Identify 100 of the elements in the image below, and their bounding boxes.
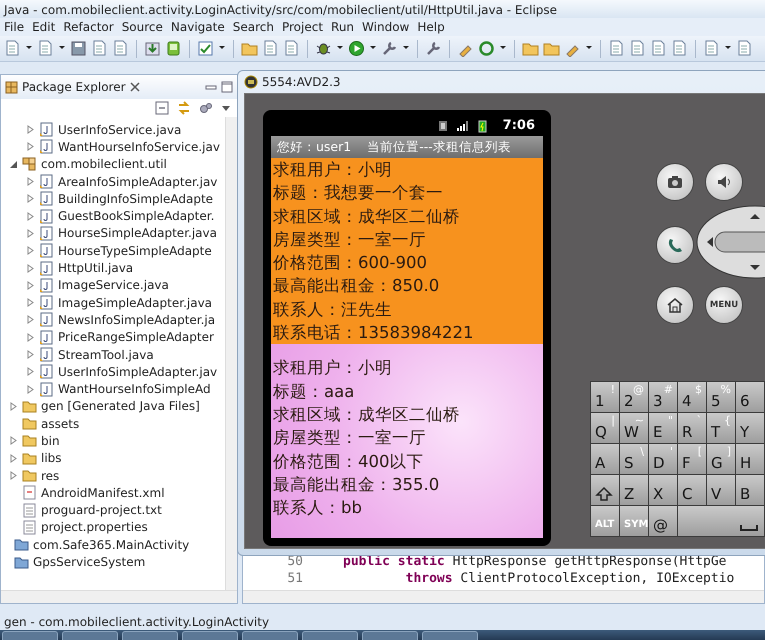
menu-item[interactable]: Navigate: [168, 17, 227, 37]
menu-item[interactable]: Refactor: [61, 17, 116, 37]
keyboard-key[interactable]: V: [707, 475, 735, 505]
horizontal-scrollbar[interactable]: [1, 590, 237, 603]
collapsed-arrow-icon[interactable]: [26, 264, 35, 273]
link-arrows-icon[interactable]: [177, 101, 191, 115]
menu-button[interactable]: MENU: [705, 286, 743, 324]
tree-item-label[interactable]: WantHourseInfoSimpleAd: [58, 380, 211, 398]
expanded-arrow-icon[interactable]: [9, 160, 18, 169]
maximize-icon[interactable]: [221, 81, 233, 93]
menu-item[interactable]: Source: [120, 17, 165, 37]
listing-card[interactable]: 求租用户：小明 标题：aaa 求租区域：成华区二仙桥 房屋类型：一室一厅 价格范围：400以下 最高能出租金：355.0 联系人：bb: [271, 344, 543, 538]
listing-card[interactable]: 求租用户：小明 标题：我想要一个套一 求租区域：成华区二仙桥 房屋类型：一室一厅 价格范围：600-900 最高能出租金：850.0 联系人：汪先生 联系电话：13583984221: [271, 158, 543, 344]
collapsed-arrow-icon[interactable]: [26, 246, 35, 256]
tree-item-label[interactable]: StreamTool.java: [58, 346, 154, 364]
tree-item-label[interactable]: com.mobileclient.util: [41, 155, 167, 174]
tree-item-label[interactable]: bin: [41, 432, 60, 450]
keyboard-key[interactable]: 6: [736, 382, 764, 412]
document-icon[interactable]: [37, 40, 54, 57]
keyboard-key[interactable]: Q |: [591, 413, 619, 443]
collapsed-arrow-icon[interactable]: [26, 384, 35, 394]
collapsed-arrow-icon[interactable]: [26, 315, 35, 324]
keyboard-key[interactable]: A: [591, 444, 619, 474]
keyboard-key[interactable]: 4 $: [678, 382, 706, 412]
collapsed-arrow-icon[interactable]: [26, 142, 35, 152]
collapsed-arrow-icon[interactable]: [26, 332, 35, 342]
keyboard-key[interactable]: R `: [678, 413, 706, 443]
document-icon[interactable]: [112, 40, 129, 57]
tree-item-label[interactable]: assets: [41, 414, 80, 433]
download-icon[interactable]: [144, 40, 161, 57]
keyboard-key[interactable]: 3 #: [649, 382, 677, 412]
keyboard-key[interactable]: H: [736, 444, 764, 474]
document-icon[interactable]: [736, 40, 753, 57]
tree-item-label[interactable]: GuestBookSimpleAdapter.: [58, 207, 214, 226]
menu-item[interactable]: File: [2, 17, 26, 37]
keyboard-key[interactable]: S \: [620, 444, 648, 474]
tree-item-label[interactable]: HttpUtil.java: [58, 259, 134, 278]
keyboard-key[interactable]: 1 !: [591, 382, 619, 412]
keyboard-key[interactable]: T {: [707, 413, 735, 443]
tree-item-label[interactable]: com.Safe365.MainActivity: [33, 536, 190, 554]
home-button[interactable]: [656, 286, 694, 324]
tree-item-label[interactable]: HourseSimpleAdapter.java: [58, 224, 217, 242]
tree-item-label[interactable]: project.properties: [41, 518, 148, 536]
tree-item-label[interactable]: gen [Generated Java Files]: [41, 397, 200, 416]
tree-item-label[interactable]: AreaInfoSimpleAdapter.jav: [58, 172, 218, 191]
keyboard-key[interactable]: D ': [649, 444, 677, 474]
document-icon[interactable]: [629, 40, 646, 57]
menu-item[interactable]: Project: [280, 17, 326, 37]
tree-item-label[interactable]: BuildingInfoSimpleAdapte: [58, 190, 214, 208]
space-key[interactable]: [678, 506, 764, 536]
collapsed-arrow-icon[interactable]: [26, 228, 35, 238]
collapse-all-icon[interactable]: [155, 101, 169, 115]
call-button[interactable]: [656, 226, 694, 264]
collapsed-arrow-icon[interactable]: [26, 125, 35, 134]
keyboard-key[interactable]: E ": [649, 413, 677, 443]
collapsed-arrow-icon[interactable]: [9, 471, 18, 480]
tree-item-label[interactable]: proguard-project.txt: [41, 501, 162, 520]
document-icon[interactable]: [608, 40, 625, 57]
keyboard-key[interactable]: Y: [736, 413, 764, 443]
keyboard-key[interactable]: @: [649, 506, 677, 536]
collapsed-arrow-icon[interactable]: [9, 402, 18, 411]
keyboard-key[interactable]: F [: [678, 444, 706, 474]
keyboard-key[interactable]: W ~: [620, 413, 648, 443]
tree-item-label[interactable]: libs: [41, 449, 62, 468]
vertical-scrollbar[interactable]: [225, 117, 237, 590]
tree-item-label[interactable]: UserInfoService.java: [58, 120, 182, 139]
wrench-icon[interactable]: [381, 40, 398, 57]
tree-item-label[interactable]: UserInfoSimpleAdapter.jav: [58, 362, 218, 381]
keyboard-key[interactable]: 2 @: [620, 382, 648, 412]
tree-item-label[interactable]: AndroidManifest.xml: [41, 484, 165, 502]
close-icon[interactable]: [130, 82, 140, 92]
collapsed-arrow-icon[interactable]: [26, 298, 35, 308]
collapsed-arrow-icon[interactable]: [26, 177, 35, 186]
save-icon[interactable]: [70, 40, 87, 57]
document-icon[interactable]: [262, 40, 279, 57]
menu-item[interactable]: Run: [329, 17, 356, 37]
camera-button[interactable]: [656, 163, 694, 201]
tree-item-label[interactable]: WantHourseInfoService.jav: [58, 138, 220, 156]
keyboard-key[interactable]: G ]: [707, 444, 735, 474]
keyboard-key[interactable]: Z: [620, 475, 648, 505]
tree-item-label[interactable]: HourseTypeSimpleAdapte: [58, 242, 212, 260]
tree-item-label[interactable]: GpsServiceSystem: [33, 553, 146, 572]
collapsed-arrow-icon[interactable]: [26, 367, 35, 376]
collapsed-arrow-icon[interactable]: [9, 436, 18, 446]
collapsed-arrow-icon[interactable]: [9, 454, 18, 463]
volume-button[interactable]: [705, 163, 743, 201]
keyboard-key[interactable]: C: [678, 475, 706, 505]
directional-pad-drawing[interactable]: [695, 204, 765, 280]
collapsed-arrow-icon[interactable]: [26, 212, 35, 221]
horizontal-scrollbar[interactable]: [243, 590, 764, 603]
tree-item-label[interactable]: ImageService.java: [58, 276, 169, 294]
document-icon[interactable]: [91, 40, 108, 57]
menu-item[interactable]: Help: [415, 17, 447, 37]
view-menu-icon[interactable]: [221, 103, 231, 113]
document-icon[interactable]: [283, 40, 300, 57]
wrench-icon[interactable]: [425, 40, 442, 57]
document-icon[interactable]: [703, 40, 720, 57]
document-icon[interactable]: [671, 40, 688, 57]
document-icon[interactable]: [4, 40, 21, 57]
document-icon[interactable]: [650, 40, 667, 57]
